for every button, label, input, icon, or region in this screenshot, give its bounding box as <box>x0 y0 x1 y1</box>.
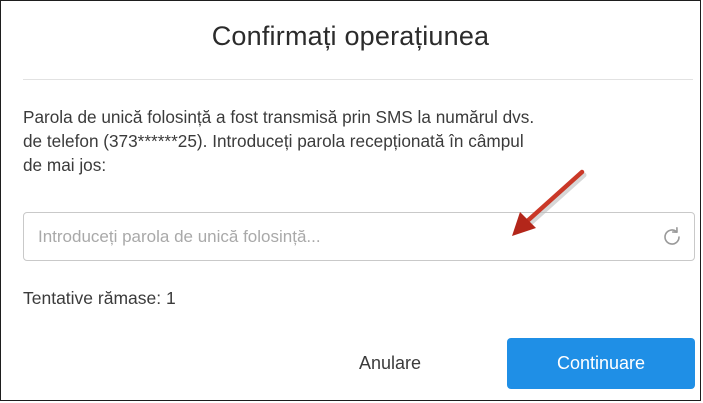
title-divider <box>23 79 693 80</box>
cancel-button[interactable]: Anulare <box>331 340 449 387</box>
continue-button[interactable]: Continuare <box>507 338 695 389</box>
confirm-operation-dialog: Confirmați operațiunea Parola de unică f… <box>0 0 701 401</box>
refresh-icon[interactable] <box>660 225 684 249</box>
sms-info-message: Parola de unică folosință a fost transmi… <box>23 107 535 175</box>
dialog-title: Confirmați operațiunea <box>211 21 490 51</box>
otp-field <box>23 212 695 261</box>
remaining-attempts: Tentative rămase: 1 <box>23 288 176 308</box>
otp-input[interactable] <box>24 213 644 260</box>
